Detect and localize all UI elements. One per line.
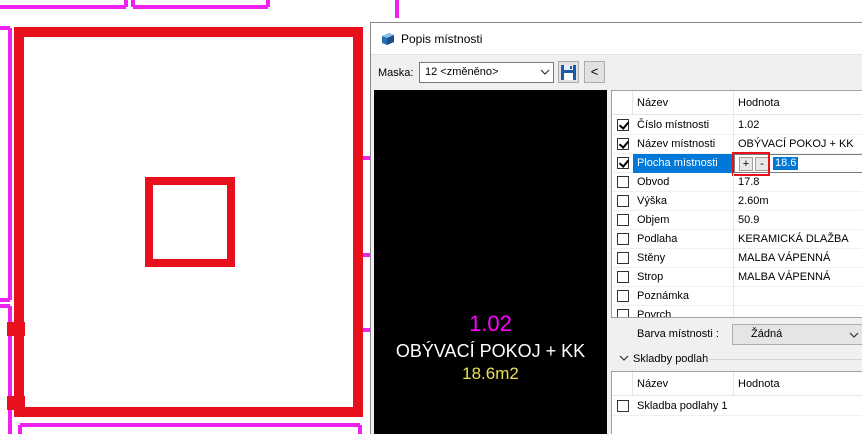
cell-divider [733,173,734,192]
dialog-title: Popis místnosti [401,32,483,46]
mask-row: Maska: 12 <změněno> < [371,55,862,89]
property-value[interactable]: KERAMICKÁ DLAŽBA [738,233,849,245]
app-icon [382,33,394,45]
column-header-value[interactable]: Hodnota [738,378,780,390]
room-color-value: Žádná [751,328,783,340]
property-value[interactable]: 2.60m [738,195,769,207]
preview-room-area: 18.6m2 [462,364,519,383]
room-color-label: Barva místnosti : [637,328,719,340]
header-divider [632,372,633,396]
property-row-perimeter[interactable]: Obvod 17.8 [612,173,862,192]
back-button[interactable]: < [584,61,605,83]
checkbox[interactable] [617,309,629,317]
area-value-input[interactable]: 18.6 [773,157,799,170]
property-row-room-area[interactable]: Plocha místnosti + - 18.6 [612,152,862,176]
chevron-down-icon [540,69,550,75]
checkbox[interactable] [617,290,629,302]
checkbox[interactable] [617,400,629,412]
floor-composition-row[interactable]: Skladba podlahy 1 [612,397,862,416]
room-color-dropdown[interactable]: Žádná [732,324,862,345]
properties-table: Název Hodnota Číslo místnosti 1.02 Název… [611,90,862,318]
property-row-surface[interactable]: Povrch [612,306,862,318]
property-value[interactable]: MALBA VÁPENNÁ [738,271,830,283]
cell-divider [733,249,734,268]
cell-divider [733,306,734,317]
checkbox[interactable] [617,271,629,283]
properties-header: Název Hodnota [612,91,862,115]
room-description-dialog: Popis místnosti Maska: 12 <změněno> < 1.… [370,22,862,434]
floor-compositions-section[interactable]: Skladby podlah [611,349,862,369]
checkbox[interactable] [617,157,629,169]
floor-compositions-table: Název Hodnota Skladba podlahy 1 [611,371,862,434]
property-value[interactable]: 50.9 [738,214,759,226]
property-row-note[interactable]: Poznámka [612,287,862,306]
property-name: Objem [637,214,670,226]
chevron-down-icon [849,332,859,338]
property-row-volume[interactable]: Objem 50.9 [612,211,862,230]
checkbox[interactable] [617,138,629,150]
dialog-titlebar[interactable]: Popis místnosti [371,23,862,55]
checkbox[interactable] [617,195,629,207]
header-divider [632,91,633,115]
mask-dropdown[interactable]: 12 <změněno> [419,62,554,83]
cell-divider [733,287,734,306]
property-row-height[interactable]: Výška 2.60m [612,192,862,211]
save-mask-button[interactable] [558,61,579,83]
property-name: Název místnosti [637,138,716,150]
cell-divider [733,268,734,287]
property-value[interactable]: 17.8 [738,176,759,188]
property-value[interactable]: OBÝVACÍ POKOJ + KK [738,138,854,150]
header-divider [733,91,734,115]
cell-divider [733,192,734,211]
property-name: Výška [637,195,667,207]
property-row-room-number[interactable]: Číslo místnosti 1.02 [612,116,862,135]
property-name: Povrch [637,309,672,318]
property-value[interactable]: MALBA VÁPENNÁ [738,252,830,264]
room-color-row: Barva místnosti : Žádná [611,321,862,347]
cell-divider [733,116,734,135]
column-header-name[interactable]: Název [637,97,668,109]
label-preview: 1.02 OBÝVACÍ POKOJ + KK 18.6m2 [374,90,607,434]
checkbox[interactable] [617,119,629,131]
floppy-disk-icon [561,65,576,80]
cell-divider [733,230,734,249]
mask-dropdown-value: 12 <změněno> [425,66,499,78]
property-name: Poznámka [637,290,689,302]
cell-divider [733,211,734,230]
property-row-ceiling[interactable]: Strop MALBA VÁPENNÁ [612,268,862,287]
property-name: Obvod [637,176,670,188]
mask-label: Maska: [378,67,414,79]
column-header-value[interactable]: Hodnota [738,97,780,109]
checkbox[interactable] [617,252,629,264]
property-name: Stěny [637,252,666,264]
preview-room-number: 1.02 [469,311,512,336]
property-value[interactable]: 1.02 [738,119,759,131]
section-divider [707,359,862,360]
property-name: Plocha místnosti [637,157,718,169]
property-row-floor[interactable]: Podlaha KERAMICKÁ DLAŽBA [612,230,862,249]
chevron-up-icon[interactable] [619,354,629,362]
floor-compositions-label: Skladby podlah [633,353,709,365]
checkbox[interactable] [617,214,629,226]
floor-compositions-header: Název Hodnota [612,372,862,396]
column-header-name[interactable]: Název [637,378,668,390]
property-name: Strop [637,271,664,283]
checkbox[interactable] [617,233,629,245]
property-name: Číslo místnosti [637,119,710,131]
property-row-walls[interactable]: Stěny MALBA VÁPENNÁ [612,249,862,268]
header-divider [733,372,734,396]
checkbox[interactable] [617,176,629,188]
preview-room-name: OBÝVACÍ POKOJ + KK [395,341,586,361]
property-name: Podlaha [637,233,678,245]
floor-composition-name: Skladba podlahy 1 [637,400,728,412]
